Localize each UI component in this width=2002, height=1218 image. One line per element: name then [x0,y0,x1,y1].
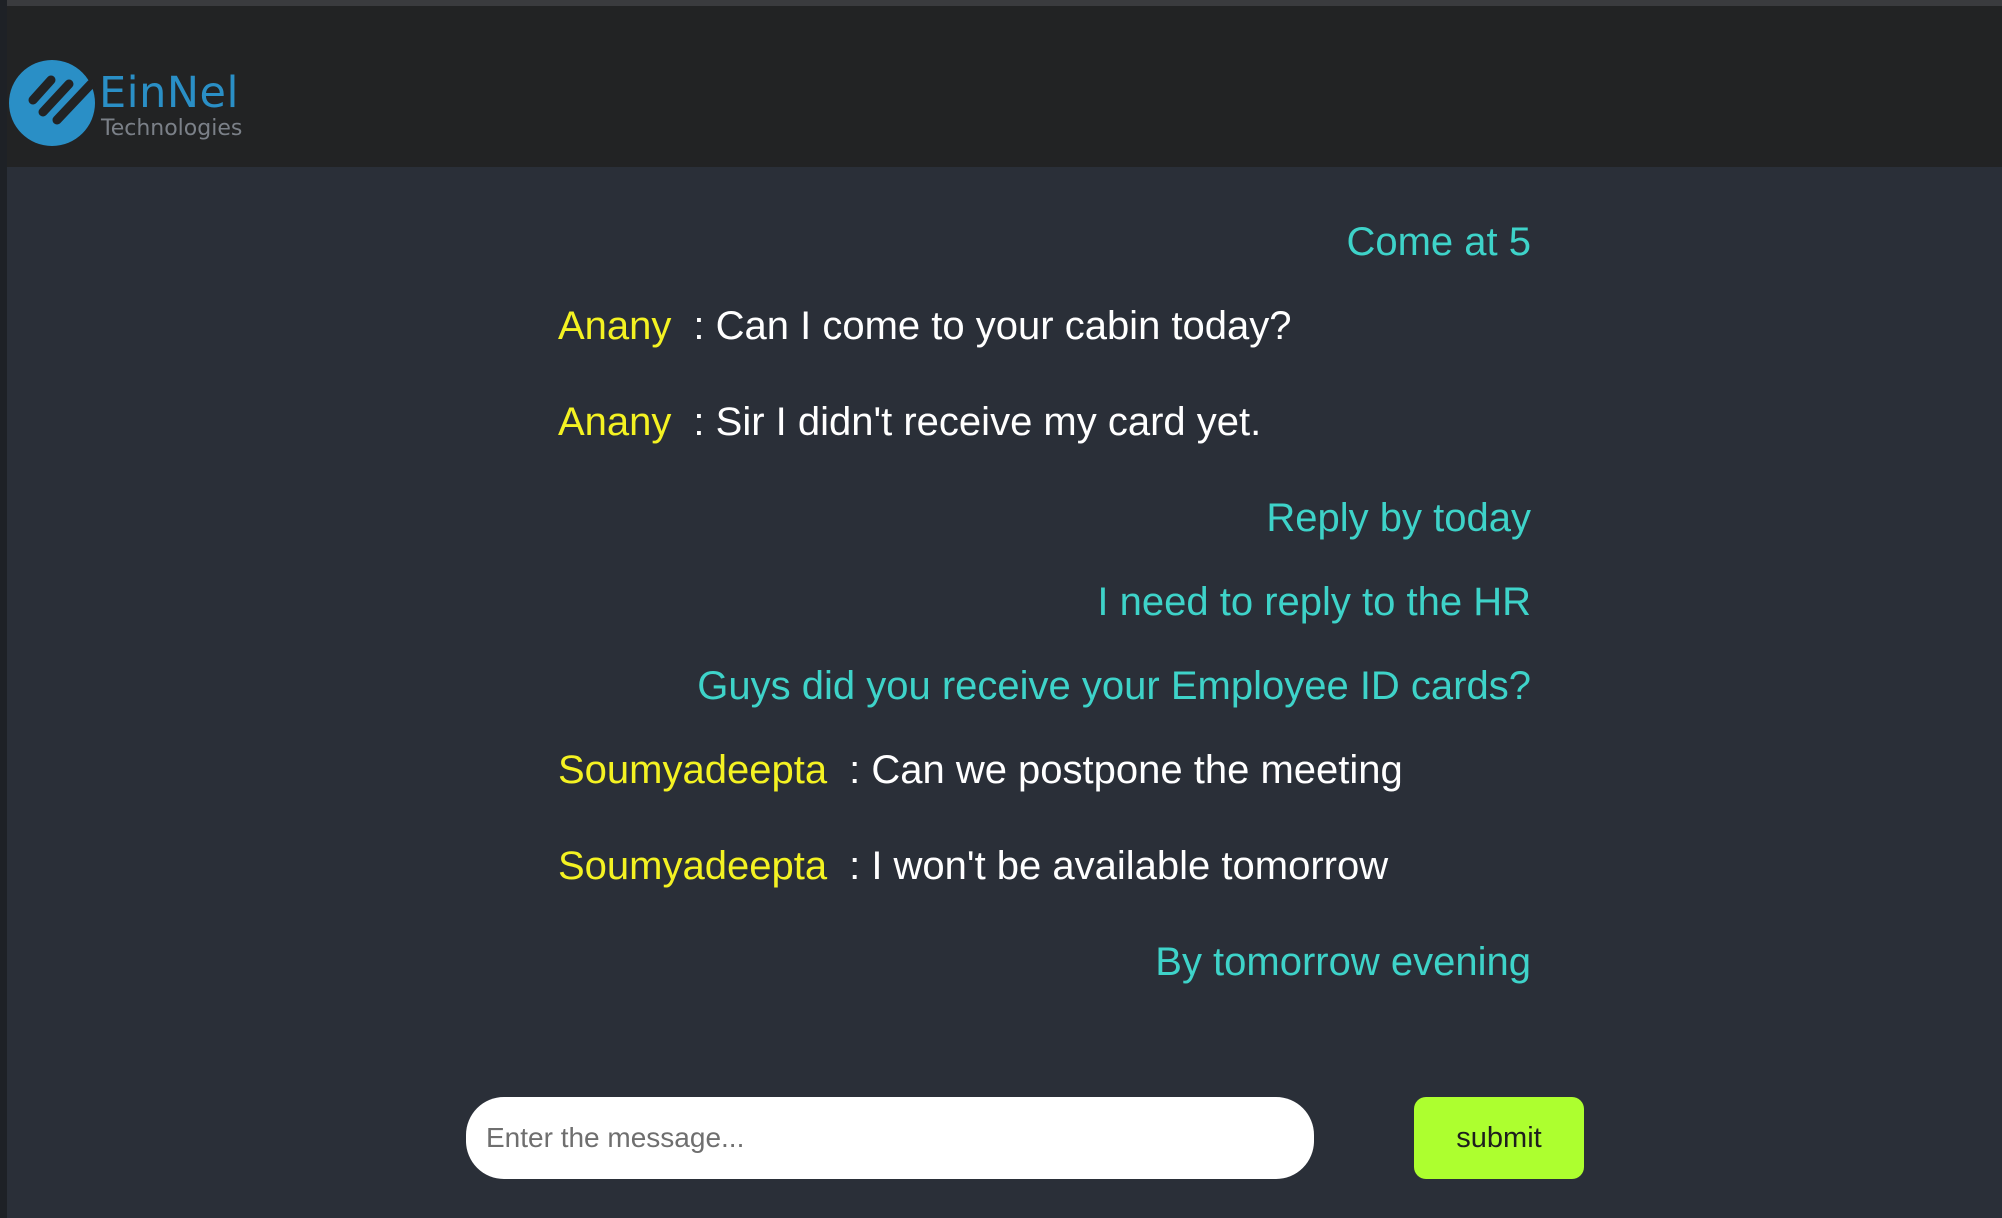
received-message: Anany : Can I come to your cabin today? [558,296,1531,356]
received-message: Soumyadeepta : Can we postpone the meetin… [558,740,1531,800]
own-message-text: Come at 5 [1346,220,1531,264]
einnel-logo-icon [9,60,96,146]
company-logo[interactable]: EinNel Technologies [7,56,247,151]
message-input[interactable] [466,1097,1314,1179]
sender-name: Soumyadeepta [558,844,828,888]
submit-button[interactable]: submit [1414,1097,1584,1179]
received-message-text: : Can I come to your cabin today? [693,304,1292,348]
own-message: By tomorrow evening [558,932,1531,992]
sender-name: Anany [558,400,672,444]
chat-message-list: Come at 5 Anany : Can I come to your cabi… [558,212,1531,1012]
logo-subtitle: Technologies [101,116,243,141]
sender-name: Anany [558,304,672,348]
received-message: Soumyadeepta : I won't be available tomor… [558,836,1531,896]
logo-name: EinNel [99,68,239,118]
own-message: Guys did you receive your Employee ID ca… [558,656,1531,716]
own-message: Come at 5 [558,212,1531,272]
own-message: I need to reply to the HR [558,572,1531,632]
received-message-text: : Can we postpone the meeting [849,748,1403,792]
own-message-text: By tomorrow evening [1155,940,1531,984]
received-message-text: : Sir I didn't receive my card yet. [693,400,1262,444]
own-message: Reply by today [558,488,1531,548]
own-message-text: Reply by today [1266,496,1531,540]
sender-name: Soumyadeepta [558,748,828,792]
received-message-text: : I won't be available tomorrow [849,844,1389,888]
own-message-text: Guys did you receive your Employee ID ca… [697,664,1531,708]
received-message: Anany : Sir I didn't receive my card yet. [558,392,1531,452]
own-message-text: I need to reply to the HR [1097,580,1531,624]
window-left-border [0,0,7,1218]
app-header [7,6,2002,167]
